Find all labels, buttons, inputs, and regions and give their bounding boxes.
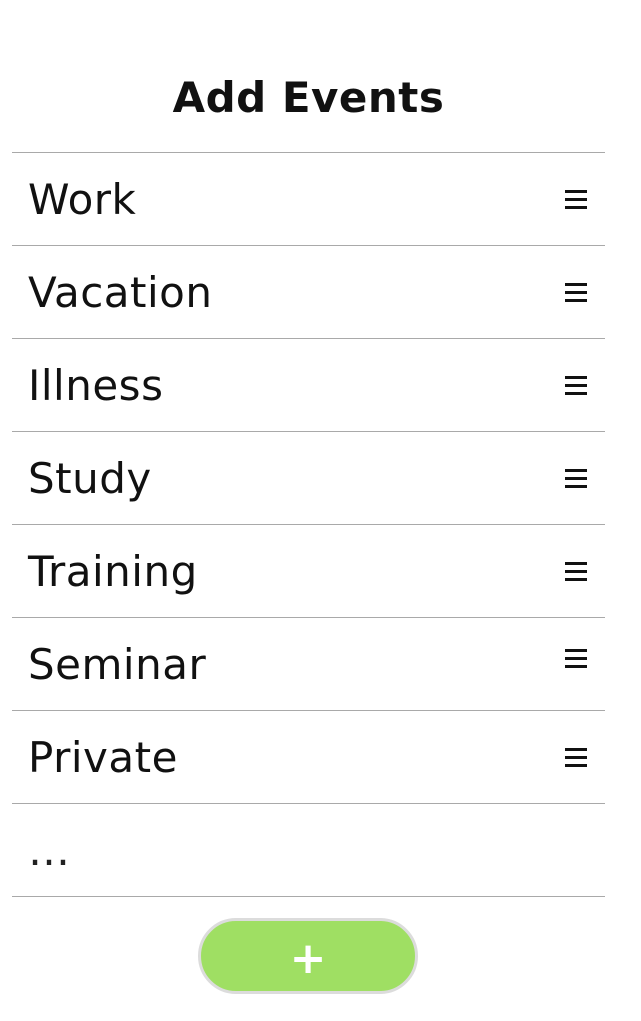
event-row-private[interactable]: Private [12,711,605,804]
event-label: Seminar [28,640,207,689]
event-row-study[interactable]: Study [12,432,605,525]
page-title: Add Events [172,73,445,122]
event-label: Illness [28,361,164,410]
new-event-placeholder-row[interactable]: … [12,804,605,897]
event-label: Vacation [28,268,213,317]
event-row-training[interactable]: Training [12,525,605,618]
event-label: Private [28,733,178,782]
event-label: Work [28,175,137,224]
placeholder-label: … [28,826,72,875]
drag-handle-icon[interactable] [565,646,587,670]
event-row-work[interactable]: Work [12,153,605,246]
drag-handle-icon[interactable] [565,466,587,490]
drag-handle-icon[interactable] [565,745,587,769]
event-row-illness[interactable]: Illness [12,339,605,432]
add-event-button[interactable]: + [198,918,418,994]
drag-handle-icon[interactable] [565,559,587,583]
event-row-seminar[interactable]: Seminar [12,618,605,711]
drag-handle-icon[interactable] [565,373,587,397]
event-list: Work Vacation Illness Study Training Sem… [12,152,605,897]
event-label: Study [28,454,152,503]
drag-handle-icon[interactable] [565,187,587,211]
drag-handle-icon[interactable] [565,280,587,304]
event-label: Training [28,547,198,596]
event-row-vacation[interactable]: Vacation [12,246,605,339]
